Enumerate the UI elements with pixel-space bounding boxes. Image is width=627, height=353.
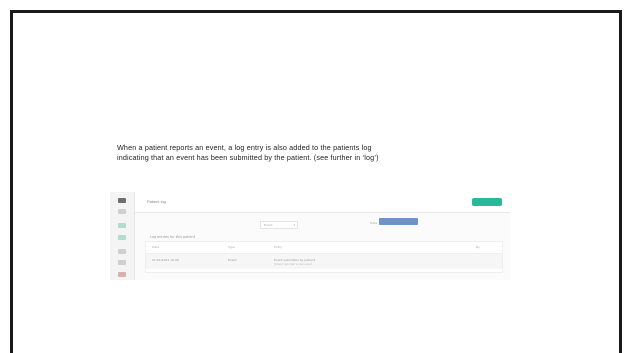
filter-select[interactable]: Event ▾ (260, 221, 298, 229)
calendar-icon[interactable] (118, 249, 126, 254)
app-topbar: Patient log (135, 192, 510, 213)
filter-select-value: Event (264, 223, 273, 227)
caption-line-1: When a patient reports an event, a log e… (117, 143, 372, 152)
cell-type: Event (228, 258, 237, 262)
column-header-date: Date (152, 245, 160, 249)
page-title: Patient log (147, 199, 166, 204)
caption-line-2: indicating that an event has been submit… (117, 153, 379, 162)
log-icon[interactable] (118, 223, 126, 228)
column-header-by: By (476, 245, 480, 249)
date-label: Date (370, 221, 378, 225)
logout-icon[interactable] (118, 272, 126, 277)
chevron-down-icon: ▾ (293, 223, 295, 227)
cell-entry-detail: Patient reported a new event (274, 263, 312, 266)
section-title: Log entries for this patient (150, 235, 196, 239)
event-icon[interactable] (118, 235, 126, 240)
cell-entry: Event submitted by patient (274, 258, 316, 262)
slide-frame (10, 10, 622, 353)
home-icon[interactable] (118, 198, 126, 203)
user-icon[interactable] (118, 209, 126, 214)
settings-icon[interactable] (118, 260, 126, 265)
filter-button[interactable] (379, 218, 418, 225)
table-row[interactable]: 01/01/2021 10:00 Event Event submitted b… (146, 253, 502, 269)
log-table: Date Type Entry By 01/01/2021 10:00 Even… (145, 241, 503, 273)
cell-date: 01/01/2021 10:00 (152, 258, 179, 262)
column-header-entry: Entry (274, 245, 282, 249)
app-sidebar (110, 192, 135, 280)
embedded-app-screenshot: Patient log Event ▾ Date Log entries for… (110, 192, 510, 280)
add-entry-button[interactable] (472, 198, 502, 206)
slide-caption: When a patient reports an event, a log e… (117, 143, 517, 163)
column-header-type: Type (228, 245, 235, 249)
